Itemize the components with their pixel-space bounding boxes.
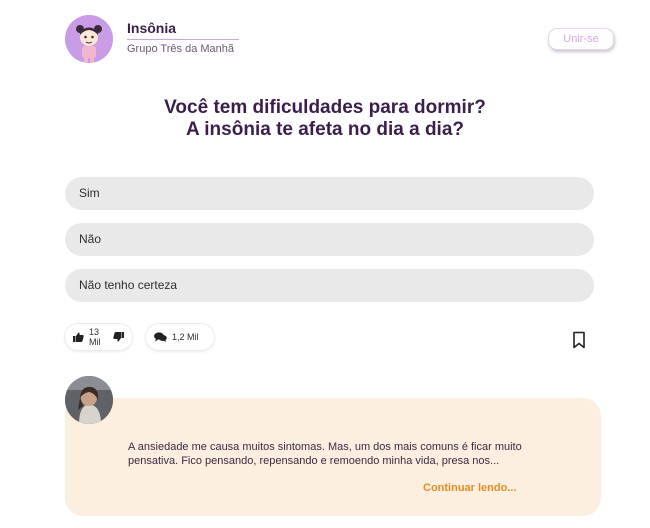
- likes-count: 13 Mil: [89, 327, 101, 347]
- group-avatar[interactable]: [65, 15, 113, 63]
- poll-option-sim[interactable]: Sim: [65, 177, 594, 210]
- thumbs-down-icon[interactable]: [113, 332, 124, 342]
- group-title[interactable]: Insônia: [127, 20, 176, 36]
- poll-question: Você tem dificuldades para dormir? A ins…: [0, 97, 650, 141]
- continue-reading-link[interactable]: Continuar lendo...: [423, 482, 517, 494]
- commenter-avatar[interactable]: [65, 376, 113, 424]
- title-divider: [127, 39, 239, 40]
- comments-count: 1,2 Mil: [172, 332, 199, 342]
- join-button[interactable]: Unir-se: [548, 28, 614, 50]
- person-photo-icon: [65, 376, 113, 424]
- comments-pill[interactable]: 1,2 Mil: [145, 323, 215, 351]
- poll-option-nao[interactable]: Não: [65, 223, 594, 256]
- chat-bubbles-icon: [154, 332, 167, 342]
- bookmark-icon[interactable]: [572, 331, 586, 349]
- reactions-pill: 13 Mil: [64, 323, 133, 351]
- poll-option-nao-tenho-certeza[interactable]: Não tenho certeza: [65, 269, 594, 302]
- question-line-2: A insônia te afeta no dia a dia?: [185, 119, 464, 140]
- girl-illustration-icon: [65, 15, 113, 63]
- comment-text-line-2: pensativa. Fico pensando, repensando e r…: [128, 455, 500, 467]
- question-line-1: Você tem dificuldades para dormir?: [164, 97, 486, 118]
- thumbs-up-icon[interactable]: [73, 332, 84, 342]
- comment-text-line-1: A ansiedade me causa muitos sintomas. Ma…: [128, 441, 522, 453]
- group-subtitle: Grupo Três da Manhã: [127, 43, 235, 55]
- comment-text: A ansiedade me causa muitos sintomas. Ma…: [128, 440, 548, 468]
